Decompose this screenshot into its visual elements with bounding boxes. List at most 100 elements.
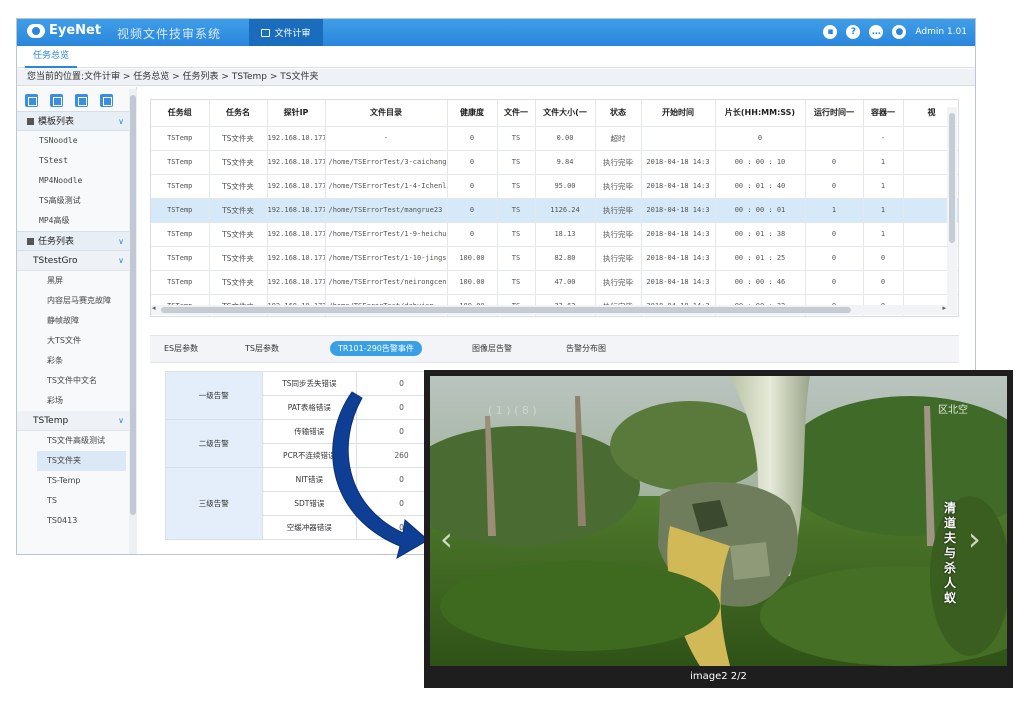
delete-icon[interactable] xyxy=(100,94,113,107)
column-header[interactable]: 任务组 xyxy=(151,100,210,127)
list-icon xyxy=(27,118,34,125)
sidebar-item[interactable]: TS文件高级测试 xyxy=(17,431,136,451)
table-cell: 2018-04-18 14:3 xyxy=(641,150,716,175)
sidebar-subgroup-tstemp[interactable]: TSTemp ∨ xyxy=(17,411,136,431)
column-header[interactable]: 探针IP xyxy=(267,100,326,127)
sidebar-item[interactable]: 大TS文件 xyxy=(17,331,136,351)
scrollbar-thumb[interactable] xyxy=(161,307,851,313)
column-header[interactable]: 开始时间 xyxy=(641,100,716,127)
sidebar-item[interactable]: 静帧故障 xyxy=(17,311,136,331)
edit-icon[interactable] xyxy=(50,94,63,107)
scrollbar-thumb[interactable] xyxy=(949,113,955,243)
add-icon[interactable] xyxy=(25,94,38,107)
video-frame-image[interactable]: ‹ › 清道夫与杀人蚁 区北空 ( 1 ) ( 8 ) xyxy=(430,376,1007,666)
faint-overlay-text: ( 1 ) ( 8 ) xyxy=(488,404,537,417)
sidebar-item[interactable]: TStest xyxy=(17,151,136,171)
table-cell: TS xyxy=(497,270,536,295)
sidebar-item[interactable]: TS0413 xyxy=(17,511,136,531)
table-cell: 192.168.10.177 xyxy=(267,174,326,199)
table-cell: 100.00 xyxy=(447,270,498,295)
table-cell: 00 : 00 : 01 xyxy=(715,198,806,223)
tab-image-alarms[interactable]: 图像层告警 xyxy=(472,343,512,354)
module-tab-file-review[interactable]: 文件计审 xyxy=(249,19,323,46)
table-row[interactable]: TSTempTS文件夹192.168.10.177/home/TSErrorTe… xyxy=(151,222,958,247)
top-bar: EyeNet 视频文件技审系统 文件计审 ▪ ? … ● Admin 1.01 xyxy=(17,19,975,46)
sidebar-item[interactable]: 内容层马赛克故障 xyxy=(17,291,136,311)
sidebar-item[interactable]: 彩条 xyxy=(17,351,136,371)
sidebar-item[interactable]: 黑屏 xyxy=(17,271,136,291)
sidebar-item-selected[interactable]: TS文件夹 xyxy=(37,451,126,471)
column-header[interactable]: 状态 xyxy=(595,100,642,127)
sidebar-item[interactable]: 彩场 xyxy=(17,391,136,411)
sidebar-item[interactable]: TS-Temp xyxy=(17,471,136,491)
chat-icon[interactable]: … xyxy=(869,25,884,39)
tab-task-overview[interactable]: 任务总览 xyxy=(25,46,78,68)
column-header[interactable]: 运行时间一 xyxy=(805,100,864,127)
brand-logo[interactable]: EyeNet xyxy=(27,23,101,38)
sidebar-item[interactable]: TSNoodle xyxy=(17,131,136,151)
table-cell: /home/TSErrorTest/3-caichang xyxy=(325,150,448,175)
sidebar-item[interactable]: MP4高级 xyxy=(17,211,136,231)
sidebar-group-tasks[interactable]: 任务列表 ∨ xyxy=(17,231,136,251)
next-image-icon[interactable]: › xyxy=(968,520,981,558)
tab-alarm-distribution[interactable]: 告警分布图 xyxy=(566,343,606,354)
user-label[interactable]: Admin 1.01 xyxy=(915,27,967,37)
alarm-name: PCR不连续错误 xyxy=(261,443,357,468)
column-header[interactable]: 片长(HH:MM:SS) xyxy=(715,100,806,127)
video-title-overlay: 清道夫与杀人蚁 xyxy=(944,501,957,605)
sidebar-scrollbar[interactable] xyxy=(129,89,137,554)
table-row[interactable]: TSTempTS文件夹192.168.10.177/home/TSErrorTe… xyxy=(151,174,958,199)
table-row[interactable]: TSTemp TS文件夹 192.168.10.177-0 TS 0.00 超时 0- xyxy=(151,126,958,151)
previous-image-icon[interactable]: ‹ xyxy=(440,520,453,558)
sidebar-item[interactable]: MP4Noodle xyxy=(17,171,136,191)
table-cell: /home/TSErrorTest/1-10-jings xyxy=(325,246,448,271)
display-icon[interactable]: ▪ xyxy=(823,25,838,39)
chevron-down-icon: ∨ xyxy=(118,117,124,126)
table-cell: 192.168.10.177 xyxy=(267,246,326,271)
table-cell: TS文件夹 xyxy=(209,150,268,175)
tab-ts-params[interactable]: TS层参数 xyxy=(245,343,279,354)
table-cell: /home/TSErrorTest/1-9-heichu xyxy=(325,222,448,247)
scroll-right-icon[interactable]: ▸ xyxy=(942,304,946,312)
table-cell: 执行完毕 xyxy=(595,198,642,223)
table-cell: 1126.24 xyxy=(535,198,596,223)
scrollbar-thumb[interactable] xyxy=(130,95,136,515)
module-tab-label: 文件计审 xyxy=(274,29,311,39)
table-row[interactable]: TSTempTS文件夹192.168.10.177/home/TSErrorTe… xyxy=(151,198,958,223)
table-cell: 0 xyxy=(447,198,498,223)
column-header[interactable]: 容器一 xyxy=(863,100,904,127)
table-row[interactable]: TSTempTS文件夹192.168.10.177/home/TSErrorTe… xyxy=(151,246,958,271)
column-header[interactable]: 任务名 xyxy=(209,100,268,127)
table-cell: 0 xyxy=(863,246,904,271)
sidebar-group-templates[interactable]: 模板列表 ∨ xyxy=(17,111,136,131)
scroll-left-icon[interactable]: ◂ xyxy=(152,304,156,312)
tab-es-params[interactable]: ES层参数 xyxy=(164,343,198,354)
user-icon[interactable]: ● xyxy=(892,25,907,39)
table-row[interactable]: TSTempTS文件夹192.168.10.177/home/TSErrorTe… xyxy=(151,270,958,295)
sidebar-subgroup-tstestgro[interactable]: TStestGro ∨ xyxy=(17,251,136,271)
table-cell: TS文件夹 xyxy=(209,198,268,223)
column-header[interactable]: 文件一 xyxy=(497,100,536,127)
column-header[interactable]: 文件目录 xyxy=(325,100,448,127)
table-cell: - xyxy=(325,126,448,151)
tab-tr101-290-alarms[interactable]: TR101-290告警事件 xyxy=(330,341,422,356)
table-row[interactable]: TSTempTS文件夹192.168.10.177/home/TSErrorTe… xyxy=(151,150,958,175)
column-header[interactable]: 文件大小(一 xyxy=(535,100,596,127)
table-row: 二级告警 传输错误 0 xyxy=(165,419,448,468)
chevron-down-icon: ∨ xyxy=(118,237,124,246)
sidebar-item[interactable]: TS文件中文名 xyxy=(17,371,136,391)
column-header[interactable]: 健康度 xyxy=(447,100,498,127)
table-cell: /home/TSErrorTest/neirongcen xyxy=(325,270,448,295)
table-cell: 2018-04-18 14:3 xyxy=(641,174,716,199)
table-cell: 00 : 01 : 40 xyxy=(715,174,806,199)
copy-icon[interactable] xyxy=(75,94,88,107)
sidebar-item[interactable]: TS高级测试 xyxy=(17,191,136,211)
table-cell: 192.168.10.177 xyxy=(267,222,326,247)
table-horizontal-scrollbar[interactable]: ◂ ▸ xyxy=(151,304,947,315)
help-icon[interactable]: ? xyxy=(846,25,861,39)
table-vertical-scrollbar[interactable] xyxy=(947,107,957,315)
sub-tab-bar: 任务总览 xyxy=(17,46,975,68)
channel-logo-overlay: 区北空 xyxy=(938,405,968,416)
sidebar-item[interactable]: TS xyxy=(17,491,136,511)
table-row: 一级告警 TS同步丢失错误 0 xyxy=(165,371,448,420)
